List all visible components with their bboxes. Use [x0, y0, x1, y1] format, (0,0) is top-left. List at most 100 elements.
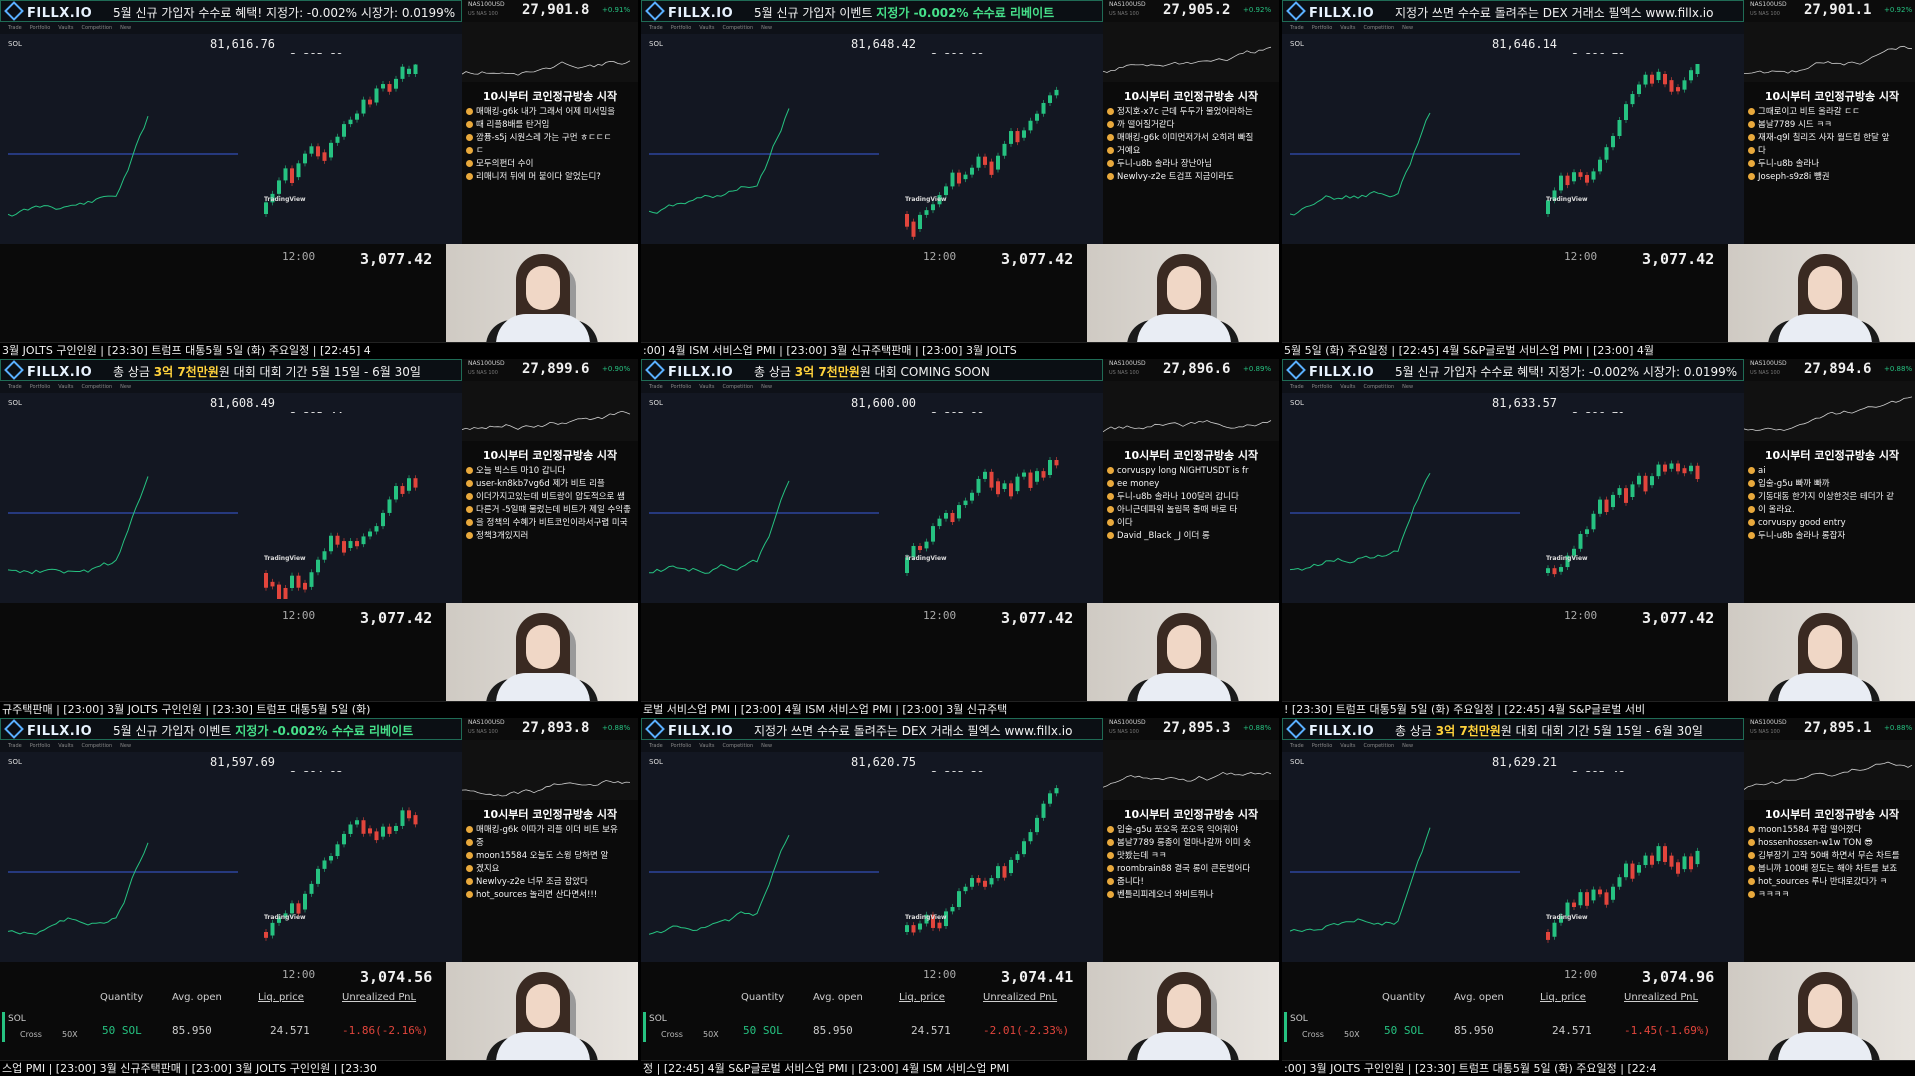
nav-item[interactable]: Portfolio	[1312, 384, 1333, 390]
nav-item[interactable]: Trade	[1290, 743, 1304, 749]
nav-item[interactable]: Vaults	[58, 743, 73, 749]
nav-item[interactable]: Competition	[82, 25, 113, 31]
nav-item[interactable]: Vaults	[699, 743, 714, 749]
nav-item[interactable]: New	[761, 25, 772, 31]
nas-change: +0.92%	[1884, 6, 1913, 14]
stream-tile: FILLX.IO 5월 신규 가입자 수수료 혜택! 지정가: -0.002% …	[0, 0, 638, 358]
nav-item[interactable]: New	[761, 384, 772, 390]
clock: 12:00	[1564, 609, 1598, 622]
chart-toolbar[interactable]	[1282, 413, 1744, 423]
nav-item[interactable]: Competition	[1364, 743, 1395, 749]
nav-item[interactable]: Competition	[82, 384, 113, 390]
nav-item[interactable]: Vaults	[58, 25, 73, 31]
nav-item[interactable]: Vaults	[699, 25, 714, 31]
chat-avatar-icon	[466, 506, 473, 513]
candle-body	[1656, 71, 1661, 81]
chat-message: Newlvy-z2e 너무 조금 잡았다	[466, 876, 636, 889]
price-line	[1290, 827, 1431, 933]
eth-big-price: 3,074.96	[1642, 968, 1715, 986]
nav-item[interactable]: Vaults	[1340, 25, 1355, 31]
btc-price: 81,633.57	[1492, 396, 1558, 410]
nav-item[interactable]: New	[120, 25, 131, 31]
chart-toolbar[interactable]	[0, 413, 462, 423]
nav-item[interactable]: New	[1402, 25, 1413, 31]
nav-item[interactable]: Vaults	[699, 384, 714, 390]
pos-header-quantity: Quantity	[741, 992, 785, 1003]
nav-item[interactable]: Portfolio	[30, 384, 51, 390]
pair-selector[interactable]: SOL	[1290, 40, 1304, 48]
candle-body	[1041, 471, 1046, 478]
pair-selector[interactable]: SOL	[1290, 399, 1304, 407]
stream-tile: FILLX.IO 5월 신규 가입자 이벤트 지정가 -0.002% 수수료 리…	[641, 0, 1279, 358]
chat-avatar-icon	[466, 480, 473, 487]
chat-message: 봅니까 100배 정도는 해야 차트를 보죠	[1748, 863, 1915, 876]
chat-avatar-icon	[1748, 532, 1755, 539]
pair-selector[interactable]: SOL	[8, 40, 22, 48]
nas100-ticker: NAS100USD US NAS 100 27,895.1 +0.88%	[1744, 718, 1915, 740]
chat-message: moon15584 푸잡 떨어졌다	[1748, 824, 1915, 837]
nav-item[interactable]: Portfolio	[1312, 743, 1333, 749]
nas-change: +0.92%	[1243, 6, 1272, 14]
chat-panel: 10시부터 코인정규방송 시작 매매킹-g6k 내가 그래서 어제 미서밀을 때 …	[462, 82, 638, 244]
nav-item[interactable]: New	[761, 743, 772, 749]
candle-chart	[905, 785, 1059, 936]
nav-item[interactable]: Vaults	[1340, 384, 1355, 390]
candle-chart	[264, 475, 418, 599]
nav-item[interactable]: Vaults	[58, 384, 73, 390]
candle-body	[963, 886, 968, 892]
chat-text: user-kn8kb7vg6d 제가 비트 리플	[476, 479, 605, 489]
nav-item[interactable]: Trade	[8, 25, 22, 31]
pair-selector[interactable]: SOL	[8, 758, 22, 766]
promo-header: FILLX.IO 총 상금 3억 7천만원원 대회 COMING SOON	[641, 359, 1103, 381]
nav-item[interactable]: Trade	[649, 743, 663, 749]
promo-header: FILLX.IO 총 상금 3억 7천만원원 대회 대회 기간 5월 15일 -…	[0, 359, 462, 381]
chart-toolbar[interactable]	[1282, 772, 1744, 782]
chart-toolbar[interactable]	[0, 772, 462, 782]
btc-price: 81,648.42	[851, 37, 917, 51]
nav-item[interactable]: Competition	[723, 25, 754, 31]
candle-body	[1002, 483, 1007, 490]
pair-selector[interactable]: SOL	[649, 758, 663, 766]
chart-toolbar[interactable]	[641, 772, 1103, 782]
chart-toolbar[interactable]	[641, 54, 1103, 64]
nav-item[interactable]: Portfolio	[30, 743, 51, 749]
nav-item[interactable]: Portfolio	[671, 25, 692, 31]
nav-item[interactable]: Portfolio	[1312, 25, 1333, 31]
pair-symbol: SOL	[649, 758, 663, 766]
pair-selector[interactable]: SOL	[649, 399, 663, 407]
nav-item[interactable]: New	[1402, 384, 1413, 390]
chart-toolbar[interactable]	[641, 413, 1103, 423]
chart-toolbar[interactable]	[1282, 54, 1744, 64]
pair-selector[interactable]: SOL	[1290, 758, 1304, 766]
nav-item[interactable]: Competition	[1364, 25, 1395, 31]
chat-avatar-icon	[1748, 121, 1755, 128]
nav-item[interactable]: Competition	[723, 743, 754, 749]
nav-item[interactable]: New	[120, 384, 131, 390]
nav-item[interactable]: Vaults	[1340, 743, 1355, 749]
nav-item[interactable]: Trade	[8, 384, 22, 390]
nav-item[interactable]: Competition	[1364, 384, 1395, 390]
pair-selector[interactable]: SOL	[649, 40, 663, 48]
nav-item[interactable]: Trade	[1290, 384, 1304, 390]
btc-price: 81,600.00	[851, 396, 917, 410]
nav-item[interactable]: New	[1402, 743, 1413, 749]
nav-item[interactable]: Competition	[82, 743, 113, 749]
chart-toolbar[interactable]	[0, 54, 462, 64]
nav-item[interactable]: Portfolio	[671, 743, 692, 749]
candle-body	[944, 186, 948, 196]
pair-selector[interactable]: SOL	[8, 399, 22, 407]
nav-item[interactable]: New	[120, 743, 131, 749]
nav-item[interactable]: Trade	[1290, 25, 1304, 31]
candle-body	[316, 146, 320, 157]
chat-text: 두니-u8b 솔라나 100달러 갑니다	[1117, 492, 1239, 502]
eth-big-price: 3,074.56	[360, 968, 433, 986]
tradingview-label: TradingView	[905, 555, 947, 562]
nav-item[interactable]: Trade	[649, 384, 663, 390]
nav-item[interactable]: Portfolio	[30, 25, 51, 31]
nas-sub: US NAS 100	[1109, 729, 1139, 735]
fillx-logo: FILLX.IO	[4, 719, 92, 739]
nav-item[interactable]: Portfolio	[671, 384, 692, 390]
nav-item[interactable]: Competition	[723, 384, 754, 390]
nav-item[interactable]: Trade	[8, 743, 22, 749]
nav-item[interactable]: Trade	[649, 25, 663, 31]
